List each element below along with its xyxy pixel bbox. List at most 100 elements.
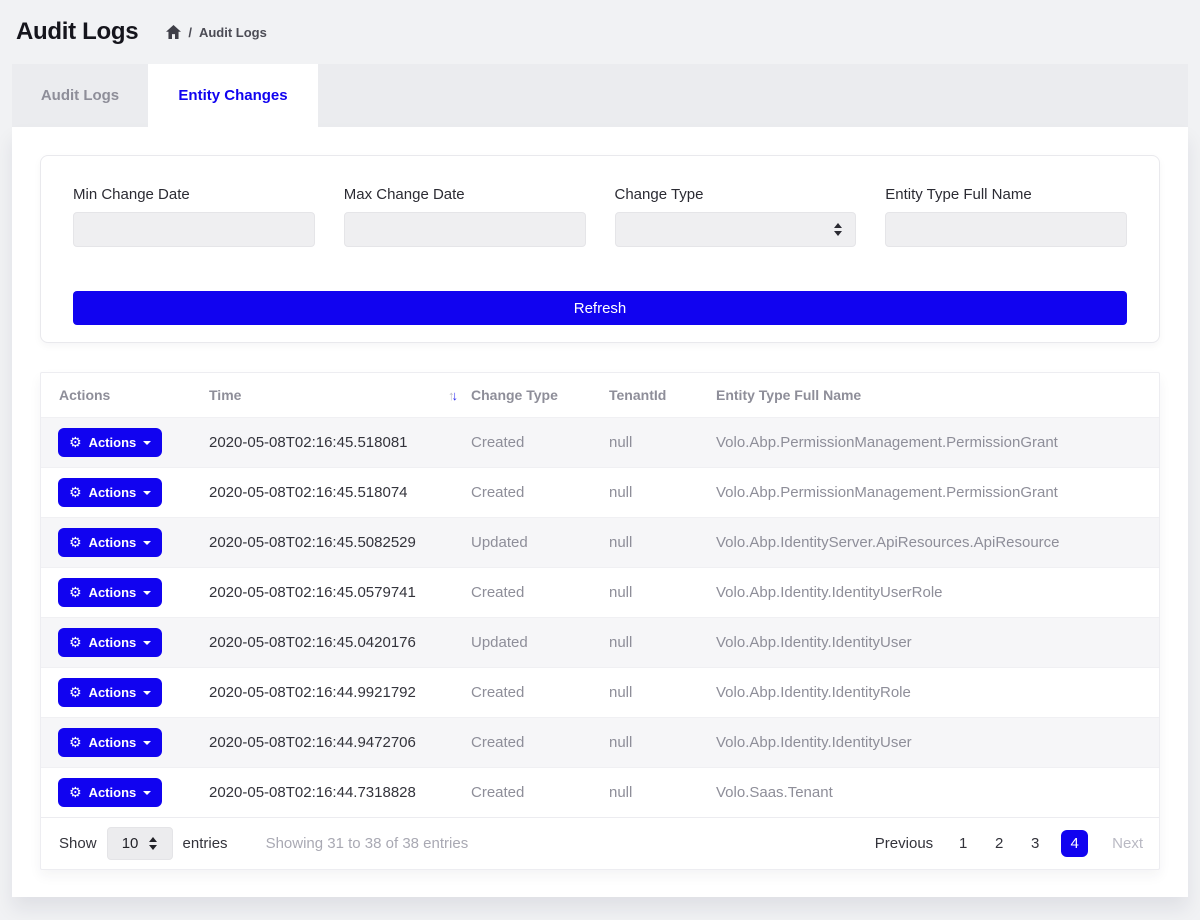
refresh-button[interactable]: Refresh bbox=[73, 291, 1127, 325]
cell-time: 2020-05-08T02:16:44.9921792 bbox=[209, 684, 471, 701]
min-change-date-label: Min Change Date bbox=[73, 186, 315, 203]
table-header-row: Actions Time ↑↓ Change Type TenantId Ent… bbox=[41, 373, 1159, 417]
gear-icon: ⚙ bbox=[69, 786, 82, 800]
pagination: Previous 1 2 3 4 Next bbox=[851, 830, 1143, 857]
pagination-previous[interactable]: Previous bbox=[875, 835, 933, 852]
change-type-label: Change Type bbox=[615, 186, 857, 203]
column-header-actions: Actions bbox=[41, 387, 209, 403]
cell-entity-type-full-name: Volo.Abp.PermissionManagement.Permission… bbox=[716, 484, 1159, 501]
page-size-select[interactable]: 10 bbox=[107, 827, 173, 860]
column-header-change-type: Change Type bbox=[471, 387, 609, 403]
change-type-select[interactable] bbox=[615, 212, 857, 247]
caret-down-icon bbox=[143, 641, 151, 645]
cell-tenant-id: null bbox=[609, 734, 716, 751]
pagination-page-2[interactable]: 2 bbox=[993, 835, 1005, 852]
pagination-next[interactable]: Next bbox=[1112, 835, 1143, 852]
page-size-value: 10 bbox=[122, 835, 139, 852]
caret-down-icon bbox=[143, 741, 151, 745]
cell-tenant-id: null bbox=[609, 634, 716, 651]
tab-strip: Audit Logs Entity Changes bbox=[12, 64, 1188, 127]
row-actions-button[interactable]: ⚙Actions bbox=[58, 778, 162, 807]
row-actions-button[interactable]: ⚙Actions bbox=[58, 528, 162, 557]
entity-changes-table: Actions Time ↑↓ Change Type TenantId Ent… bbox=[40, 372, 1160, 870]
caret-down-icon bbox=[143, 541, 151, 545]
gear-icon: ⚙ bbox=[69, 736, 82, 750]
select-updown-icon bbox=[834, 223, 842, 236]
row-actions-button[interactable]: ⚙Actions bbox=[58, 678, 162, 707]
pagination-page-1[interactable]: 1 bbox=[957, 835, 969, 852]
filter-card: Min Change Date Max Change Date Change T… bbox=[40, 155, 1160, 343]
row-actions-button[interactable]: ⚙Actions bbox=[58, 728, 162, 757]
cell-change-type: Created bbox=[471, 684, 609, 701]
entity-type-full-name-input[interactable] bbox=[885, 212, 1127, 247]
cell-tenant-id: null bbox=[609, 684, 716, 701]
cell-tenant-id: null bbox=[609, 584, 716, 601]
table-row: ⚙Actions 2020-05-08T02:16:45.518081 Crea… bbox=[41, 417, 1159, 467]
row-actions-button[interactable]: ⚙Actions bbox=[58, 628, 162, 657]
breadcrumb: / Audit Logs bbox=[166, 25, 267, 40]
cell-time: 2020-05-08T02:16:45.5082529 bbox=[209, 534, 471, 551]
table-row: ⚙Actions 2020-05-08T02:16:45.518074 Crea… bbox=[41, 467, 1159, 517]
cell-entity-type-full-name: Volo.Abp.PermissionManagement.Permission… bbox=[716, 434, 1159, 451]
main-panel: Min Change Date Max Change Date Change T… bbox=[12, 127, 1188, 897]
row-actions-button[interactable]: ⚙Actions bbox=[58, 428, 162, 457]
cell-entity-type-full-name: Volo.Abp.Identity.IdentityUserRole bbox=[716, 584, 1159, 601]
cell-change-type: Created bbox=[471, 584, 609, 601]
caret-down-icon bbox=[143, 441, 151, 445]
cell-tenant-id: null bbox=[609, 534, 716, 551]
cell-tenant-id: null bbox=[609, 434, 716, 451]
gear-icon: ⚙ bbox=[69, 686, 82, 700]
entries-label: entries bbox=[183, 835, 228, 852]
cell-tenant-id: null bbox=[609, 484, 716, 501]
cell-change-type: Created bbox=[471, 734, 609, 751]
column-header-time[interactable]: Time ↑↓ bbox=[209, 387, 471, 403]
page-title: Audit Logs bbox=[16, 18, 138, 46]
tab-entity-changes[interactable]: Entity Changes bbox=[148, 64, 318, 127]
table-row: ⚙Actions 2020-05-08T02:16:44.9472706 Cre… bbox=[41, 717, 1159, 767]
entries-summary: Showing 31 to 38 of 38 entries bbox=[266, 835, 469, 852]
cell-change-type: Created bbox=[471, 784, 609, 801]
sort-icon[interactable]: ↑↓ bbox=[448, 388, 455, 403]
gear-icon: ⚙ bbox=[69, 436, 82, 450]
max-change-date-input[interactable] bbox=[344, 212, 586, 247]
filter-max-change-date: Max Change Date bbox=[344, 186, 586, 247]
table-footer: Show 10 entries Showing 31 to 38 of 38 e… bbox=[41, 817, 1159, 869]
entity-type-full-name-label: Entity Type Full Name bbox=[885, 186, 1127, 203]
page-header: Audit Logs / Audit Logs bbox=[0, 0, 1200, 64]
table-row: ⚙Actions 2020-05-08T02:16:45.0420176 Upd… bbox=[41, 617, 1159, 667]
cell-time: 2020-05-08T02:16:44.9472706 bbox=[209, 734, 471, 751]
cell-time: 2020-05-08T02:16:45.0420176 bbox=[209, 634, 471, 651]
row-actions-button[interactable]: ⚙Actions bbox=[58, 578, 162, 607]
table-row: ⚙Actions 2020-05-08T02:16:44.7318828 Cre… bbox=[41, 767, 1159, 817]
tab-audit-logs[interactable]: Audit Logs bbox=[12, 64, 148, 127]
max-change-date-label: Max Change Date bbox=[344, 186, 586, 203]
cell-entity-type-full-name: Volo.Abp.Identity.IdentityUser bbox=[716, 634, 1159, 651]
caret-down-icon bbox=[143, 691, 151, 695]
show-label: Show bbox=[59, 835, 97, 852]
cell-time: 2020-05-08T02:16:45.518074 bbox=[209, 484, 471, 501]
breadcrumb-separator: / bbox=[188, 25, 192, 40]
cell-entity-type-full-name: Volo.Abp.IdentityServer.ApiResources.Api… bbox=[716, 534, 1159, 551]
gear-icon: ⚙ bbox=[69, 636, 82, 650]
row-actions-button[interactable]: ⚙Actions bbox=[58, 478, 162, 507]
cell-entity-type-full-name: Volo.Abp.Identity.IdentityRole bbox=[716, 684, 1159, 701]
cell-time: 2020-05-08T02:16:44.7318828 bbox=[209, 784, 471, 801]
cell-tenant-id: null bbox=[609, 784, 716, 801]
pagination-page-3[interactable]: 3 bbox=[1029, 835, 1041, 852]
column-header-tenant-id: TenantId bbox=[609, 387, 716, 403]
table-row: ⚙Actions 2020-05-08T02:16:45.5082529 Upd… bbox=[41, 517, 1159, 567]
breadcrumb-current: Audit Logs bbox=[199, 25, 267, 40]
caret-down-icon bbox=[143, 591, 151, 595]
min-change-date-input[interactable] bbox=[73, 212, 315, 247]
gear-icon: ⚙ bbox=[69, 586, 82, 600]
home-icon[interactable] bbox=[166, 25, 181, 39]
cell-change-type: Updated bbox=[471, 634, 609, 651]
table-row: ⚙Actions 2020-05-08T02:16:44.9921792 Cre… bbox=[41, 667, 1159, 717]
filter-entity-type-full-name: Entity Type Full Name bbox=[885, 186, 1127, 247]
filter-min-change-date: Min Change Date bbox=[73, 186, 315, 247]
select-updown-icon bbox=[149, 837, 157, 850]
pagination-page-4-active[interactable]: 4 bbox=[1061, 830, 1088, 857]
cell-change-type: Created bbox=[471, 434, 609, 451]
cell-entity-type-full-name: Volo.Abp.Identity.IdentityUser bbox=[716, 734, 1159, 751]
table-row: ⚙Actions 2020-05-08T02:16:45.0579741 Cre… bbox=[41, 567, 1159, 617]
